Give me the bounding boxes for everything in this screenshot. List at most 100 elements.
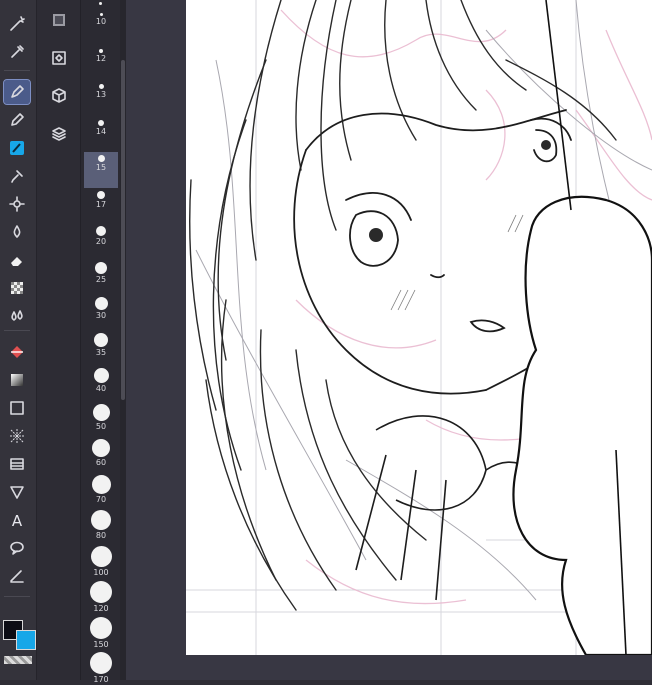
tool-fill[interactable] <box>4 340 30 364</box>
brush-size-preview-dot <box>99 48 103 53</box>
water-drops-icon <box>11 310 23 321</box>
text-tool-glyph: A <box>12 512 23 529</box>
tool-figure[interactable] <box>4 396 30 420</box>
layer-stack-icon <box>52 127 66 141</box>
brush-size-label: 13 <box>95 90 107 99</box>
sub-color-swatch[interactable] <box>16 630 36 650</box>
subtool-material-folder[interactable] <box>49 48 69 68</box>
brush-size-preview-dot <box>97 155 105 162</box>
tool-gradient[interactable] <box>4 368 30 392</box>
tool-transparent-brush[interactable] <box>4 276 30 300</box>
blend-icon <box>13 225 21 238</box>
brush-size-label: 14 <box>95 126 107 136</box>
brush-size-cell[interactable]: 25 <box>84 259 118 295</box>
brush-icon <box>10 141 24 155</box>
brush-size-label: 150 <box>93 639 109 649</box>
tool-pencil[interactable] <box>4 108 30 132</box>
magic-wand-icon <box>10 16 25 31</box>
tool-frame-border[interactable] <box>4 424 30 448</box>
pencil-icon <box>11 113 24 126</box>
decoration-icon <box>9 196 25 212</box>
canvas-area[interactable] <box>126 0 652 680</box>
brush-size-label: 40 <box>95 384 107 393</box>
brush-size-preview-dot <box>93 368 109 383</box>
brush-size-cell[interactable]: 10 <box>84 10 118 46</box>
brush-size-cell[interactable]: 35 <box>84 330 118 366</box>
layer-icon <box>53 14 65 26</box>
text-icon: A <box>12 512 23 529</box>
correct-line-icon <box>10 570 24 583</box>
brush-size-cell[interactable]: 70 <box>84 472 118 508</box>
brush-size-label: 17 <box>95 199 107 209</box>
brush-size-preview-dot <box>94 297 108 310</box>
brush-size-cell[interactable]: 60 <box>84 436 118 472</box>
tool-correct-line[interactable] <box>4 564 30 588</box>
brush-size-palette: 10 12 13 14 15 17 20 25 30 35 40 50 60 70 80 100 120 150 1… <box>80 0 121 684</box>
brush-size-preview-dot <box>91 474 111 494</box>
ruler-icon <box>10 458 24 470</box>
brush-size-label: 35 <box>95 347 107 357</box>
brush-size-cell[interactable]: 80 <box>84 507 118 543</box>
material-folder-icon <box>52 51 66 65</box>
brush-size-cell[interactable]: 100 <box>84 543 118 579</box>
brush-size-cell[interactable]: 30 <box>84 294 118 330</box>
brush-size-preview-dot <box>95 261 107 274</box>
brush-size-label: 120 <box>93 604 109 613</box>
tool-pen[interactable] <box>3 79 31 105</box>
brush-size-label: 25 <box>95 274 107 284</box>
brush-size-preview-dot <box>99 2 102 5</box>
tool-separator <box>4 330 30 331</box>
brush-size-preview-dot <box>90 581 112 603</box>
brush-size-label: 12 <box>95 53 107 63</box>
tool-decoration[interactable] <box>4 192 30 216</box>
brush-size-cell[interactable]: 12 <box>84 46 118 82</box>
brush-size-preview-dot <box>99 13 103 16</box>
brush-size-cell[interactable]: 120 <box>84 578 118 614</box>
balloon-icon <box>10 541 24 555</box>
brush-size-label: 80 <box>95 531 107 540</box>
figure-icon <box>10 401 24 415</box>
brush-size-preview-dot <box>92 439 110 457</box>
brush-size-cell[interactable]: 40 <box>84 365 118 401</box>
transparent-brush-icon <box>11 282 23 294</box>
tool-eraser[interactable] <box>4 248 30 272</box>
brush-size-preview-dot <box>94 332 108 347</box>
vector-operation-icon <box>10 486 24 499</box>
tool-eyedropper[interactable] <box>4 40 30 64</box>
tool-brush[interactable] <box>4 136 30 160</box>
tool-balloon[interactable] <box>4 536 30 560</box>
tool-ruler[interactable] <box>4 452 30 476</box>
tool-vector-operation[interactable] <box>4 480 30 504</box>
brush-size-label: 20 <box>95 237 107 246</box>
brush-size-cell[interactable]: 20 <box>84 223 118 259</box>
3d-object-icon <box>52 88 66 103</box>
tool-palette: A <box>0 0 36 680</box>
brush-size-cell[interactable]: 17 <box>84 188 118 224</box>
artboard[interactable] <box>186 0 652 655</box>
brush-size-cell[interactable]: 15 <box>84 152 118 188</box>
transparent-color-swatch[interactable] <box>4 656 32 664</box>
brush-size-preview-dot <box>98 84 104 89</box>
tool-airbrush[interactable] <box>4 164 30 188</box>
subtool-3d-object[interactable] <box>49 86 69 106</box>
brush-size-cell[interactable]: 14 <box>84 117 118 153</box>
brush-size-label: 100 <box>93 567 109 577</box>
pen-icon <box>11 85 24 98</box>
tool-water-drops[interactable] <box>4 304 30 328</box>
brush-size-preview-dot <box>90 545 112 567</box>
gradient-icon <box>11 374 23 386</box>
tool-text[interactable]: A <box>4 508 30 532</box>
tool-blend[interactable] <box>4 220 30 244</box>
brush-size-cell[interactable]: 13 <box>84 81 118 117</box>
brush-size-cell[interactable]: 150 <box>84 614 118 650</box>
brush-size-preview-dot <box>96 226 106 236</box>
airbrush-icon <box>11 170 23 183</box>
brush-size-label: 50 <box>95 421 107 431</box>
subtool-layer[interactable] <box>49 10 69 30</box>
brush-size-cell[interactable]: 50 <box>84 401 118 437</box>
brush-size-preview-dot <box>90 652 112 674</box>
scrollbar-thumb[interactable] <box>121 60 125 400</box>
tool-magic-wand[interactable] <box>4 12 30 36</box>
brush-size-label: 15 <box>95 163 107 172</box>
subtool-layer-stack[interactable] <box>49 124 69 144</box>
